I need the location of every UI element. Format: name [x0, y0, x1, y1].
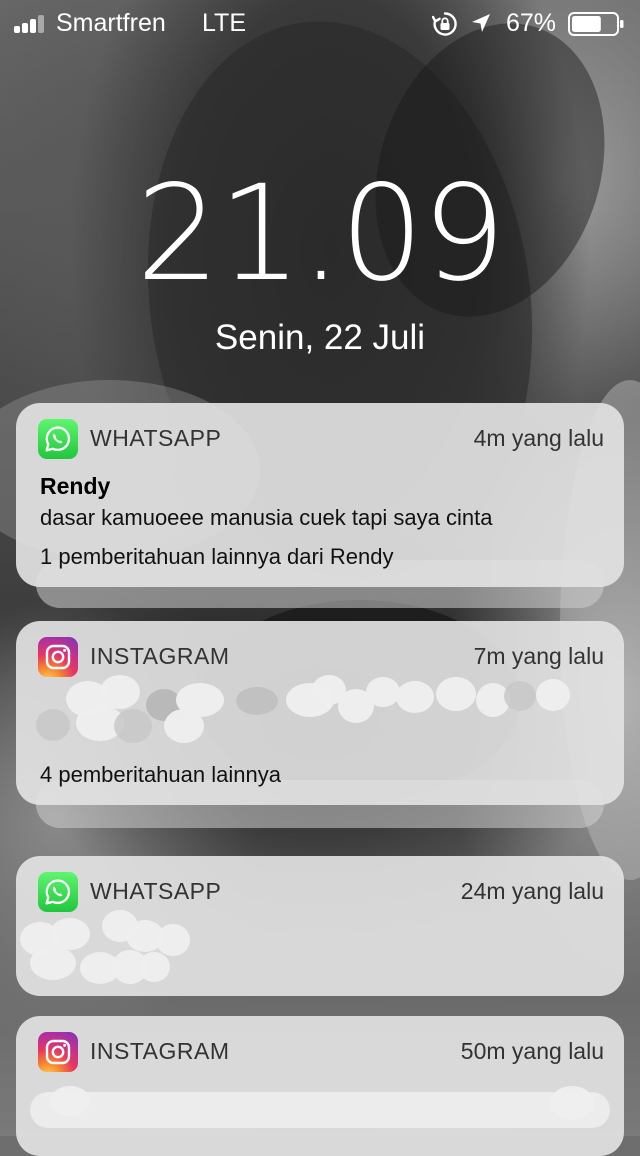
- battery-percent: 67%: [506, 9, 557, 37]
- notification-whatsapp-group[interactable]: WHATSAPP 4m yang lalu Rendy dasar kamuoe…: [16, 403, 624, 587]
- notification-app-name: INSTAGRAM: [90, 643, 230, 669]
- redacted-message: [20, 910, 220, 994]
- instagram-icon: [38, 1032, 78, 1072]
- location-icon: [472, 14, 490, 32]
- redacted-message: [36, 673, 596, 753]
- notification-app-name: WHATSAPP: [90, 878, 222, 904]
- signal-icon: [14, 15, 46, 33]
- notification-header: INSTAGRAM 7m yang lalu: [38, 637, 604, 677]
- lock-screen-date: Senin, 22 Juli: [214, 318, 426, 357]
- notification-instagram-group[interactable]: INSTAGRAM 7m yang lalu 4 pemberitahuan l…: [16, 621, 624, 805]
- notification-time: 50m yang lalu: [460, 1038, 604, 1064]
- notification-sender: Rendy: [40, 473, 111, 499]
- notification-header: WHATSAPP 4m yang lalu: [38, 419, 604, 459]
- notification-app-name: WHATSAPP: [90, 425, 222, 451]
- whatsapp-icon: [38, 872, 78, 912]
- lock-screen-time: 21.09: [136, 157, 506, 311]
- notification-time: 24m yang lalu: [460, 878, 604, 904]
- rotation-lock-icon: [432, 12, 457, 36]
- notification-header: WHATSAPP 24m yang lalu: [38, 872, 604, 912]
- carrier-name: Smartfren: [56, 9, 166, 37]
- notification-app-name: INSTAGRAM: [90, 1038, 230, 1064]
- network-type: LTE: [202, 9, 246, 37]
- whatsapp-icon: [38, 419, 78, 459]
- status-bar: Smartfren LTE 67%: [0, 0, 640, 48]
- notification-instagram[interactable]: INSTAGRAM 50m yang lalu: [16, 1016, 624, 1156]
- notification-whatsapp[interactable]: WHATSAPP 24m yang lalu: [16, 856, 624, 996]
- notification-time: 7m yang lalu: [473, 643, 604, 669]
- notification-more-count: 4 pemberitahuan lainnya: [40, 762, 281, 787]
- instagram-icon: [38, 637, 78, 677]
- notification-more-count: 1 pemberitahuan lainnya dari Rendy: [40, 544, 394, 569]
- notification-time: 4m yang lalu: [473, 425, 604, 451]
- notification-message: dasar kamuoeee manusia cuek tapi saya ci…: [40, 505, 493, 530]
- battery-icon: [568, 12, 624, 36]
- notification-header: INSTAGRAM 50m yang lalu: [38, 1032, 604, 1072]
- redacted-message: [30, 1086, 620, 1146]
